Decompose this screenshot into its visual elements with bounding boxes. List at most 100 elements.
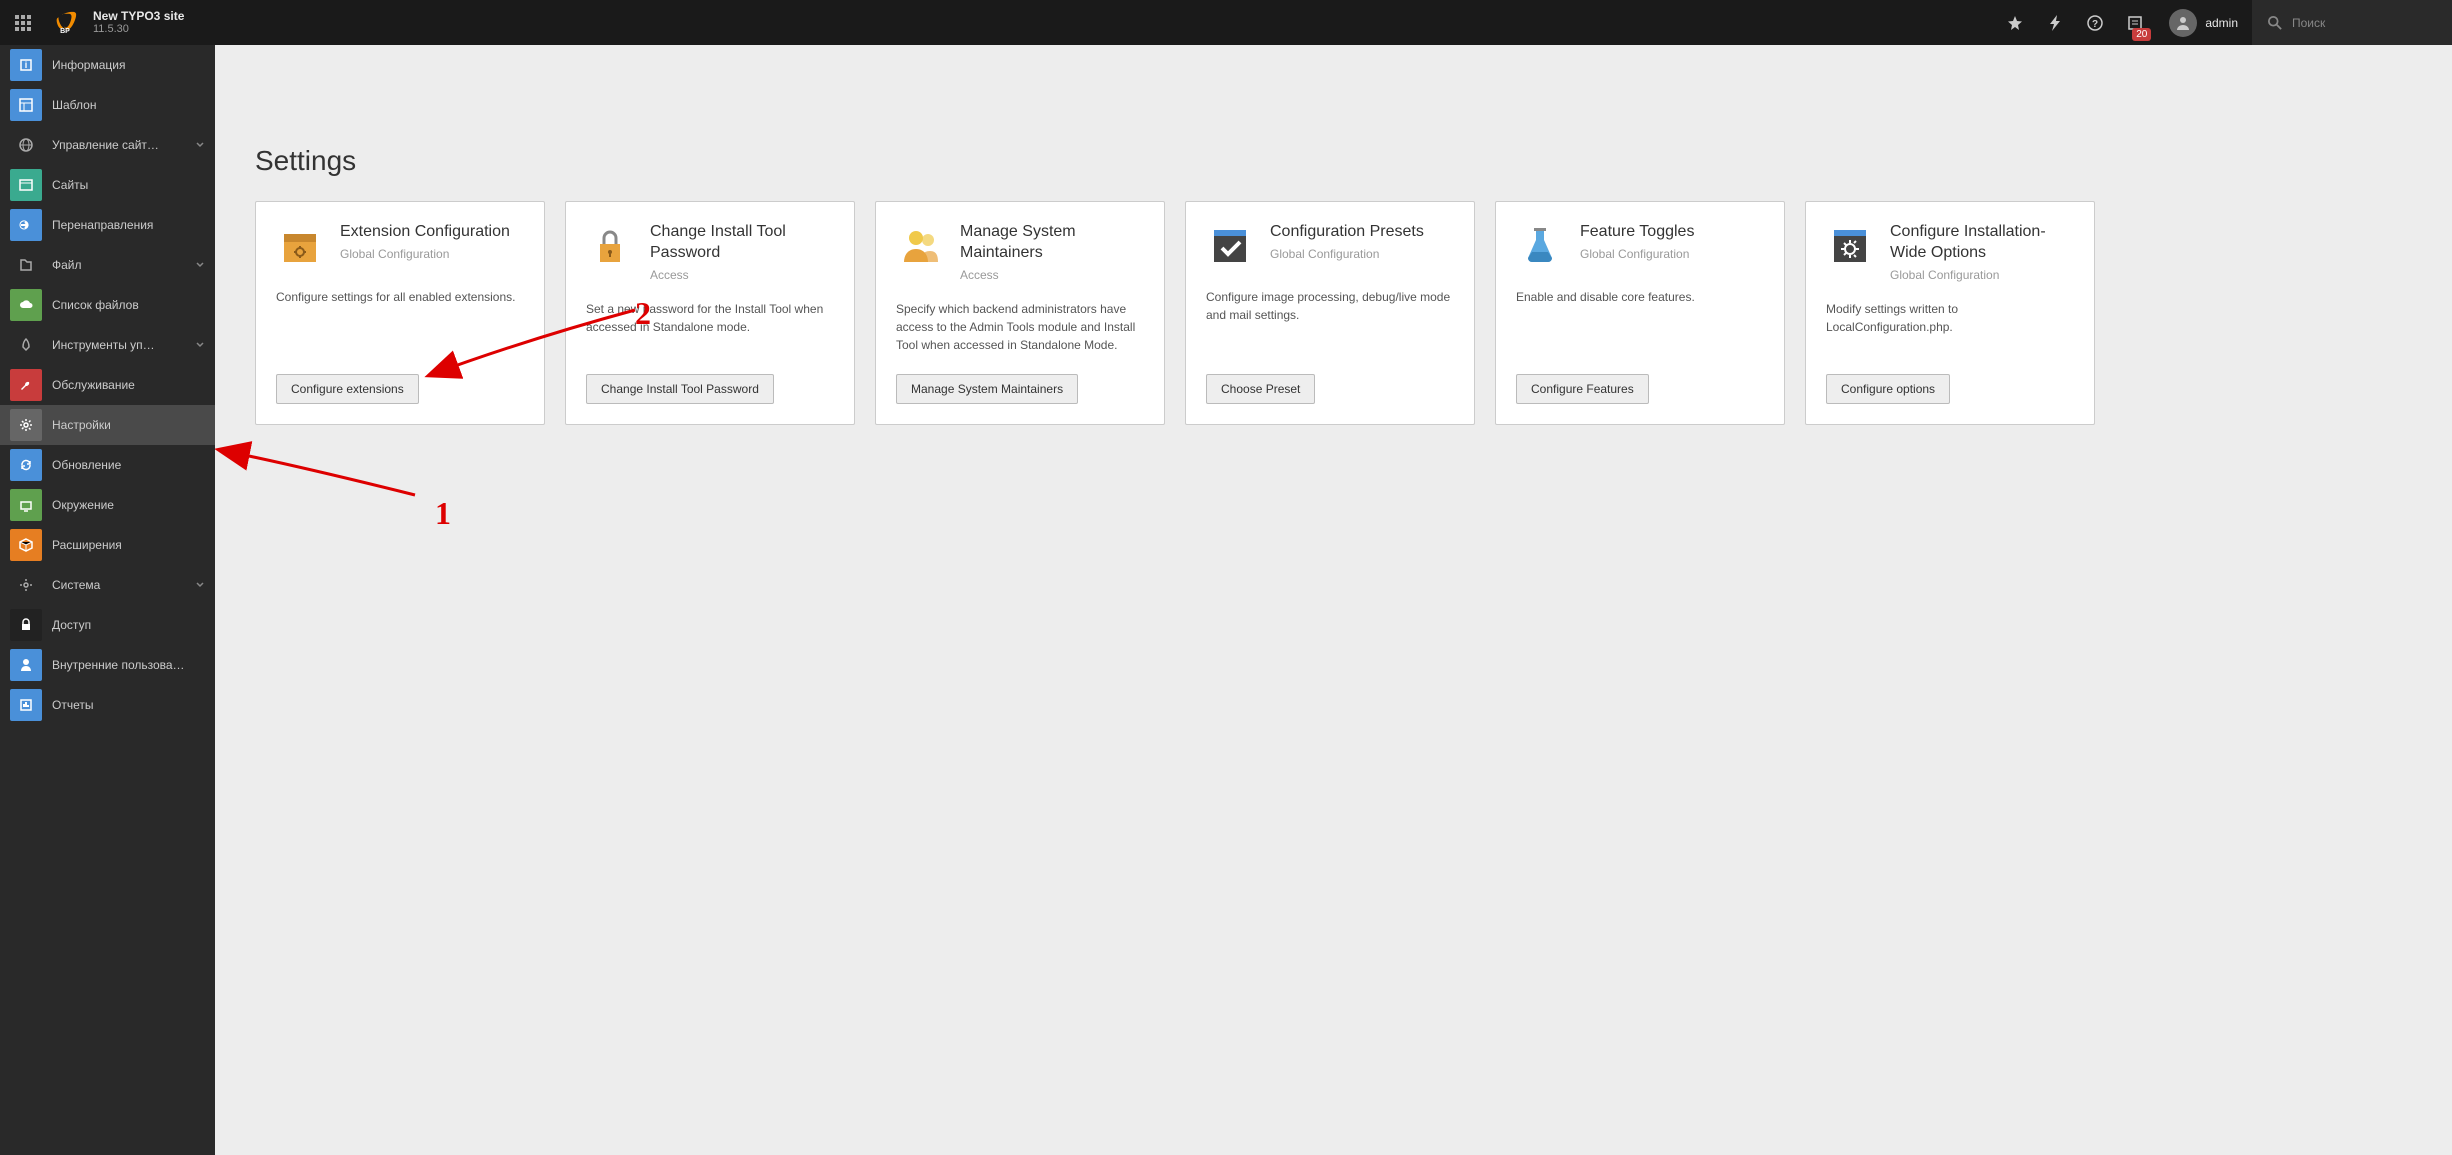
search-icon <box>2268 16 2282 30</box>
card-subtitle: Access <box>650 268 834 282</box>
site-version: 11.5.30 <box>93 23 184 36</box>
top-bar: BP New TYPO3 site 11.5.30 ? 20 admin <box>0 0 2452 45</box>
sidebar-item-label: Расширения <box>52 538 205 552</box>
card-subtitle: Global Configuration <box>1270 247 1454 261</box>
card-titles: Change Install Tool Password Access <box>650 222 834 282</box>
sidebar-item-4[interactable]: Перенаправления <box>0 205 215 245</box>
app-grid-button[interactable] <box>0 0 45 45</box>
search-area[interactable] <box>2252 0 2452 45</box>
card-description: Enable and disable core features. <box>1516 288 1764 354</box>
gear-icon <box>10 409 42 441</box>
notifications-button[interactable]: 20 <box>2115 0 2155 45</box>
box-icon <box>10 529 42 561</box>
search-input[interactable] <box>2292 16 2432 30</box>
help-button[interactable]: ? <box>2075 0 2115 45</box>
card-head: Change Install Tool Password Access <box>586 222 834 282</box>
card-titles: Feature TogglesGlobal Configuration <box>1580 222 1764 270</box>
globe-icon <box>10 129 42 161</box>
sidebar-item-11[interactable]: Окружение <box>0 485 215 525</box>
sidebar-item-12[interactable]: Расширения <box>0 525 215 565</box>
notification-badge: 20 <box>2132 28 2151 41</box>
gear-card-icon <box>1826 222 1874 270</box>
card-title: Configure Installation-Wide Options <box>1890 222 2074 264</box>
sidebar-item-3[interactable]: Сайты <box>0 165 215 205</box>
env-icon <box>10 489 42 521</box>
sidebar-item-16[interactable]: Отчеты <box>0 685 215 725</box>
bookmark-button[interactable] <box>1995 0 2035 45</box>
card-head: Feature TogglesGlobal Configuration <box>1516 222 1764 270</box>
card-action-button-1[interactable]: Change Install Tool Password <box>586 374 774 404</box>
rocket-icon <box>10 329 42 361</box>
card-titles: Configuration Presets Global Configuratio… <box>1270 222 1454 270</box>
card-title: Configuration Presets <box>1270 222 1454 243</box>
card-description: Configure image processing, debug/live m… <box>1206 288 1454 354</box>
avatar-icon <box>2169 9 2197 37</box>
bp-label: BP <box>60 28 70 35</box>
ext-box-icon <box>276 222 324 270</box>
user-menu[interactable]: admin <box>2155 9 2252 37</box>
lock-icon <box>10 609 42 641</box>
sidebar-item-label: Файл <box>52 258 195 272</box>
topbar-left: BP New TYPO3 site 11.5.30 <box>0 0 184 45</box>
card-description: Set a new password for the Install Tool … <box>586 300 834 354</box>
gear-group-icon <box>10 569 42 601</box>
card-action-button-2[interactable]: Manage System Maintainers <box>896 374 1078 404</box>
typo3-logo[interactable]: BP <box>45 0 85 45</box>
settings-card-5: Configure Installation-Wide OptionsGloba… <box>1805 201 2095 425</box>
card-subtitle: Access <box>960 268 1144 282</box>
sidebar-item-label: Инструменты уп… <box>52 338 195 352</box>
chevron-down-icon <box>195 578 205 592</box>
sidebar-item-5[interactable]: Файл <box>0 245 215 285</box>
card-title: Change Install Tool Password <box>650 222 834 264</box>
sidebar-item-10[interactable]: Обновление <box>0 445 215 485</box>
main-content: Settings Extension ConfigurationGlobal C… <box>215 45 2452 1155</box>
sidebar-item-label: Отчеты <box>52 698 205 712</box>
card-subtitle: Global Configuration <box>1580 247 1764 261</box>
card-action-button-4[interactable]: Configure Features <box>1516 374 1649 404</box>
page-title: Settings <box>255 145 2412 177</box>
settings-card-1: Change Install Tool Password Access Set a … <box>565 201 855 425</box>
sidebar-item-15[interactable]: Внутренние пользова… <box>0 645 215 685</box>
card-titles: Configure Installation-Wide OptionsGloba… <box>1890 222 2074 282</box>
wrench-icon <box>10 369 42 401</box>
sidebar: iИнформацияШаблонУправление сайт… Сайты Пе… <box>0 45 215 1155</box>
card-action-button-3[interactable]: Choose Preset <box>1206 374 1315 404</box>
settings-card-4: Feature TogglesGlobal Configuration Enabl… <box>1495 201 1785 425</box>
site-info[interactable]: New TYPO3 site 11.5.30 <box>85 9 184 37</box>
card-action-button-0[interactable]: Configure extensions <box>276 374 419 404</box>
card-description: Configure settings for all enabled exten… <box>276 288 524 354</box>
sidebar-item-2[interactable]: Управление сайт… <box>0 125 215 165</box>
sidebar-item-8[interactable]: Обслуживание <box>0 365 215 405</box>
user-icon <box>10 649 42 681</box>
sidebar-item-label: Обслуживание <box>52 378 205 392</box>
sidebar-item-label: Сайты <box>52 178 205 192</box>
settings-card-0: Extension ConfigurationGlobal Configurat… <box>255 201 545 425</box>
sidebar-item-0[interactable]: iИнформация <box>0 45 215 85</box>
sidebar-item-6[interactable]: Список файлов <box>0 285 215 325</box>
sidebar-item-label: Настройки <box>52 418 205 432</box>
sidebar-item-label: Список файлов <box>52 298 205 312</box>
card-head: Extension ConfigurationGlobal Configurat… <box>276 222 524 270</box>
sidebar-item-13[interactable]: Система <box>0 565 215 605</box>
sidebar-item-7[interactable]: Инструменты уп… <box>0 325 215 365</box>
site-title: New TYPO3 site <box>93 9 184 23</box>
topbar-right: ? 20 admin <box>1995 0 2452 45</box>
sidebar-item-label: Система <box>52 578 195 592</box>
sidebar-item-14[interactable]: Доступ <box>0 605 215 645</box>
svg-text:?: ? <box>2092 19 2098 30</box>
svg-text:i: i <box>25 60 28 70</box>
chevron-down-icon <box>195 138 205 152</box>
sidebar-item-label: Доступ <box>52 618 205 632</box>
sidebar-item-9[interactable]: Настройки <box>0 405 215 445</box>
template-icon <box>10 89 42 121</box>
card-title: Extension Configuration <box>340 222 524 243</box>
card-title: Manage System Maintainers <box>960 222 1144 264</box>
card-description: Modify settings written to LocalConfigur… <box>1826 300 2074 354</box>
sidebar-item-1[interactable]: Шаблон <box>0 85 215 125</box>
refresh-icon <box>10 449 42 481</box>
grid-icon <box>15 15 31 31</box>
reports-icon <box>10 689 42 721</box>
check-icon <box>1206 222 1254 270</box>
card-action-button-5[interactable]: Configure options <box>1826 374 1950 404</box>
cache-button[interactable] <box>2035 0 2075 45</box>
